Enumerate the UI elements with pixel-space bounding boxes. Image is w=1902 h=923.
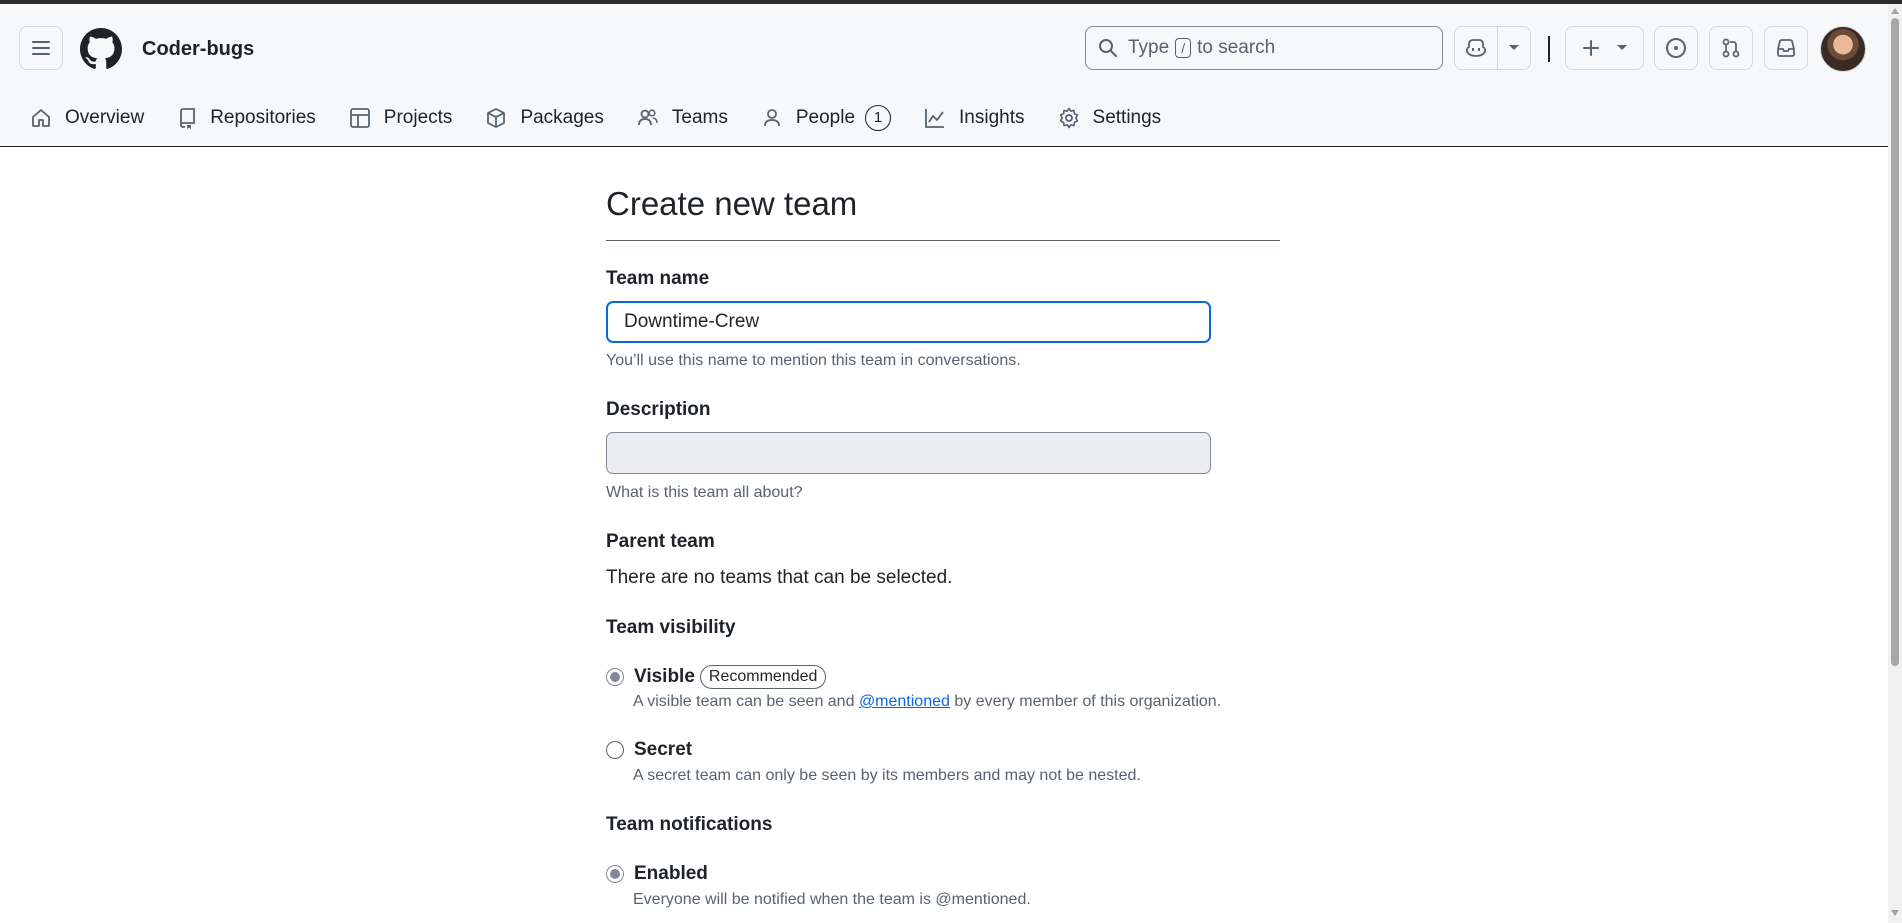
header-divider	[1548, 36, 1550, 62]
enabled-option-description: Everyone will be notified when the team …	[633, 891, 1031, 908]
table-icon	[349, 108, 370, 128]
copilot-button[interactable]	[1455, 27, 1499, 69]
search-prefix-text: Type	[1128, 37, 1170, 58]
visible-option-description: A visible team can be seen and @mentione…	[633, 693, 1221, 711]
people-icon	[637, 109, 658, 126]
description-input[interactable]	[606, 432, 1211, 474]
person-icon	[763, 109, 780, 127]
description-label: Description	[606, 399, 711, 420]
team-name-label: Team name	[606, 268, 710, 289]
copilot-icon	[1466, 39, 1487, 57]
mentioned-link[interactable]: @mentioned	[859, 693, 950, 710]
enabled-radio-label[interactable]: Enabled	[634, 863, 708, 885]
secret-radio-label[interactable]: Secret	[634, 739, 692, 761]
team-name-hint: You’ll use this name to mention this tea…	[606, 352, 1021, 369]
page-title: Create new team	[606, 185, 858, 222]
search-suffix-text: to search	[1197, 37, 1276, 58]
inbox-button[interactable]	[1764, 26, 1808, 70]
parent-team-label: Parent team	[606, 531, 715, 552]
gear-icon	[1059, 107, 1078, 129]
visibility-option-visible: Visible Recommended	[606, 665, 827, 689]
chevron-down-icon	[1509, 45, 1520, 50]
nav-item-projects[interactable]: Projects	[339, 98, 463, 138]
plus-icon	[1582, 40, 1599, 56]
nav-item-label: Overview	[65, 107, 145, 128]
search-input[interactable]: Type / to search	[1085, 26, 1443, 70]
issue-icon	[1666, 38, 1686, 58]
open-global-navigation-button[interactable]	[19, 26, 63, 70]
org-navigation: Overview Repositories Projects Packages	[20, 96, 1184, 140]
package-icon	[487, 108, 506, 128]
parent-team-empty-text: There are no teams that can be selected.	[606, 567, 953, 588]
visibility-option-secret: Secret	[606, 739, 692, 761]
nav-item-overview[interactable]: Overview	[20, 98, 154, 138]
visible-radio[interactable]	[606, 668, 624, 686]
pull-requests-button[interactable]	[1709, 26, 1753, 70]
secret-radio[interactable]	[606, 741, 624, 759]
home-icon	[32, 109, 50, 127]
recommended-badge: Recommended	[699, 665, 827, 689]
hamburger-icon	[32, 41, 50, 55]
page-scrollbar[interactable]	[1888, 4, 1902, 923]
nav-item-label: Projects	[383, 107, 453, 128]
repo-icon	[180, 108, 196, 129]
nav-item-settings[interactable]: Settings	[1048, 98, 1172, 138]
copilot-menu-button[interactable]	[1498, 27, 1530, 69]
issues-button[interactable]	[1654, 26, 1698, 70]
nav-item-insights[interactable]: Insights	[914, 98, 1034, 138]
people-count-badge: 1	[865, 105, 892, 131]
title-divider	[606, 240, 1280, 241]
scroll-down-arrow-icon[interactable]	[1891, 910, 1899, 916]
team-notifications-label: Team notifications	[606, 814, 773, 835]
secret-option-description: A secret team can only be seen by its me…	[633, 767, 1141, 784]
copilot-button-group	[1454, 26, 1531, 70]
team-name-input[interactable]	[606, 301, 1211, 343]
team-visibility-label: Team visibility	[606, 617, 736, 638]
create-new-button[interactable]	[1565, 26, 1644, 70]
nav-item-label: Repositories	[210, 107, 316, 128]
nav-item-people[interactable]: People 1	[751, 98, 901, 138]
pull-request-icon	[1722, 38, 1740, 58]
nav-item-repositories[interactable]: Repositories	[167, 98, 326, 138]
org-name-link[interactable]: Coder-bugs	[142, 38, 254, 61]
visible-desc-before: A visible team can be seen and	[633, 693, 855, 710]
user-avatar[interactable]	[1820, 26, 1866, 72]
nav-item-label: Settings	[1092, 107, 1162, 128]
visible-desc-after: by every member of this organization.	[954, 693, 1222, 710]
search-shortcut-key: /	[1175, 38, 1192, 58]
github-logo-icon[interactable]	[80, 28, 122, 70]
scroll-thumb[interactable]	[1891, 18, 1899, 666]
nav-item-packages[interactable]: Packages	[475, 98, 613, 138]
nav-item-label: Packages	[520, 107, 604, 128]
enabled-radio[interactable]	[606, 865, 624, 883]
scroll-up-arrow-icon[interactable]	[1891, 8, 1899, 14]
visible-radio-label[interactable]: Visible	[634, 666, 695, 688]
nav-item-teams[interactable]: Teams	[627, 98, 738, 138]
app-header: Coder-bugs Type / to search Overview Rep…	[0, 4, 1888, 147]
chevron-down-icon	[1616, 45, 1627, 50]
search-icon	[1099, 39, 1117, 57]
inbox-icon	[1777, 39, 1795, 57]
description-hint: What is this team all about?	[606, 484, 803, 501]
nav-item-label: Teams	[671, 107, 728, 128]
graph-icon	[925, 109, 945, 128]
nav-item-label: Insights	[959, 107, 1025, 128]
global-bar: Coder-bugs Type / to search	[0, 4, 1888, 94]
notifications-option-enabled: Enabled	[606, 863, 708, 885]
nav-item-label: People	[795, 107, 856, 128]
